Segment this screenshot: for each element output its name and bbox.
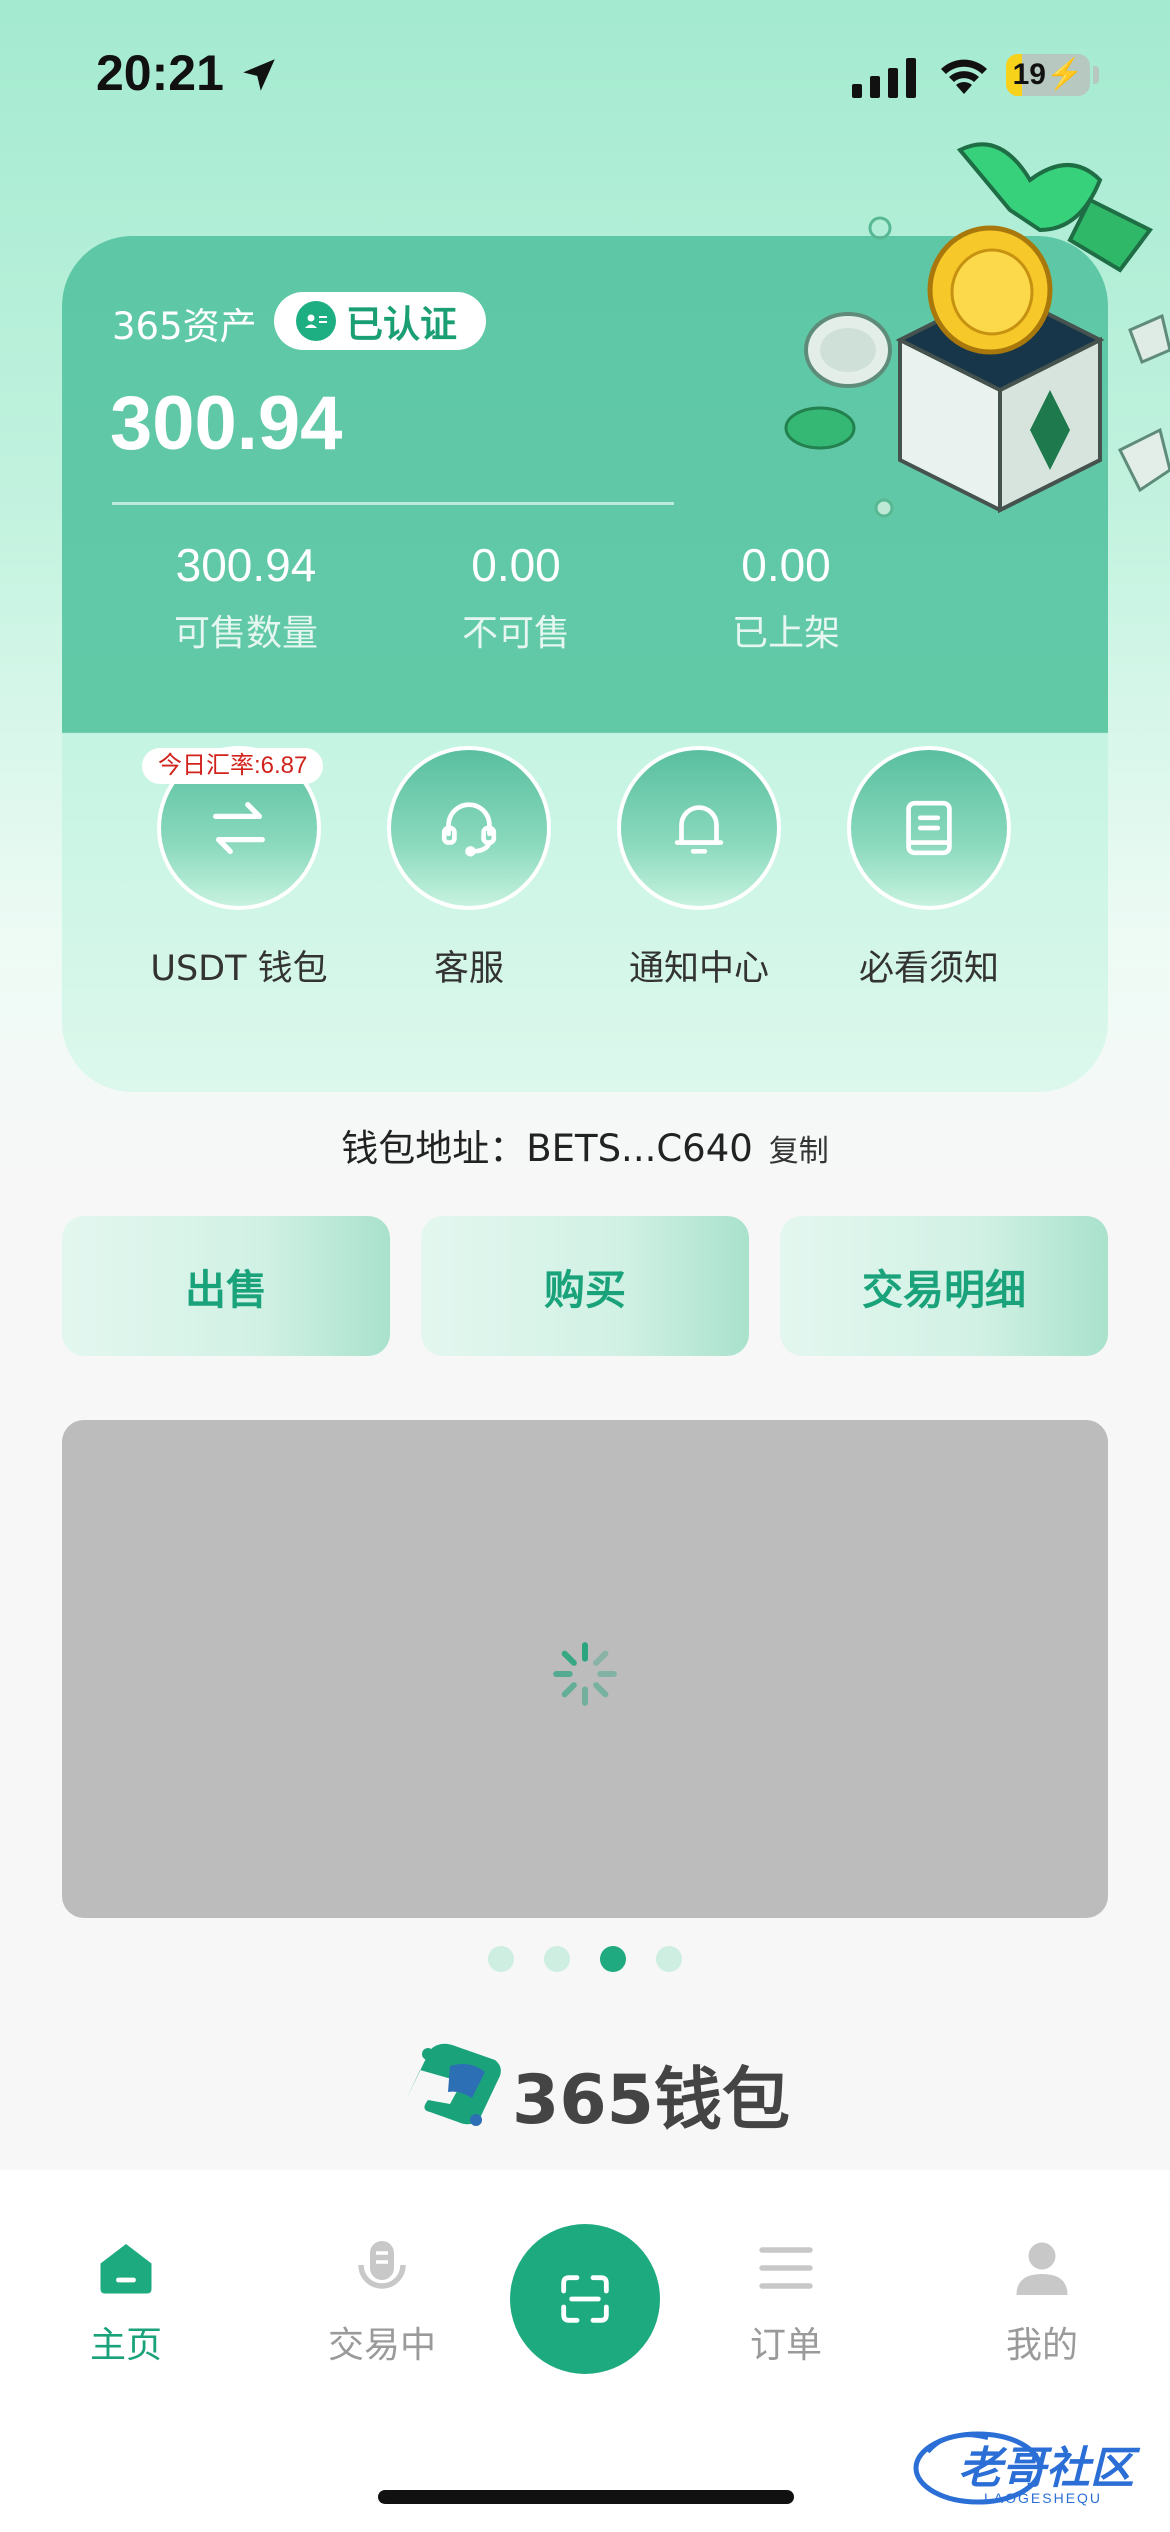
bell-icon — [674, 805, 724, 854]
nav-label: 主页 — [89, 2325, 162, 2366]
list-icon — [759, 2247, 813, 2289]
nav-home[interactable]: 主页 — [26, 2232, 226, 2368]
stat-value: 300.94 — [175, 539, 317, 591]
nav-orders[interactable]: 订单 — [686, 2232, 886, 2368]
verified-badge[interactable]: 已认证 — [274, 292, 486, 350]
wifi-icon — [941, 59, 987, 94]
notification-center-button[interactable] — [617, 746, 781, 910]
user-icon — [1016, 2242, 1068, 2295]
sell-button[interactable]: 出售 — [62, 1216, 390, 1356]
wallet-address-value: BETS...C640 — [526, 1127, 753, 1170]
nav-label: 交易中 — [327, 2325, 436, 2366]
home-indicator — [378, 2490, 794, 2504]
status-time: 20:21 — [96, 45, 224, 101]
id-card-icon — [296, 301, 336, 341]
carousel-dot[interactable] — [488, 1946, 514, 1972]
carousel-dot[interactable] — [656, 1946, 682, 1972]
customer-service-label: 客服 — [433, 949, 504, 989]
gift-box-illustration — [784, 142, 1170, 518]
stat-label: 不可售 — [461, 613, 570, 654]
asset-label: 365资产 — [112, 305, 257, 348]
notebook-icon — [906, 800, 952, 856]
home-icon — [100, 2244, 152, 2294]
must-read-label: 必看须知 — [858, 949, 999, 989]
location-arrow-icon — [243, 59, 275, 91]
app-logo-text: 365钱包 — [512, 2061, 790, 2140]
carousel-dot-active[interactable] — [600, 1946, 626, 1972]
scan-button[interactable] — [510, 2224, 660, 2374]
nav-trading[interactable]: 交易中 — [282, 2232, 482, 2368]
card-divider — [112, 502, 674, 505]
stat-value: 0.00 — [471, 539, 561, 591]
transaction-details-button[interactable]: 交易明细 — [780, 1216, 1108, 1356]
headset-icon — [441, 802, 497, 857]
buy-button[interactable]: 购买 — [421, 1216, 749, 1356]
microphone-icon — [358, 2241, 406, 2289]
stat-value: 0.00 — [741, 539, 831, 591]
battery-text: 19⚡ — [1012, 58, 1084, 91]
cellular-signal-icon — [852, 58, 916, 98]
copy-address-button[interactable]: 复制 — [769, 1134, 829, 1169]
loading-spinner-icon — [553, 1642, 617, 1706]
exchange-rate-badge: 今日汇率:6.87 — [142, 748, 324, 784]
stat-sellable: 300.94 可售数量 — [116, 538, 376, 656]
carousel-dot[interactable] — [544, 1946, 570, 1972]
swap-arrows-icon — [213, 802, 265, 854]
battery-indicator: 19⚡ — [1006, 54, 1090, 96]
nav-label: 订单 — [749, 2325, 822, 2366]
verified-text: 已认证 — [346, 303, 457, 346]
stat-listed: 0.00 已上架 — [656, 538, 916, 656]
nav-profile[interactable]: 我的 — [942, 2232, 1142, 2368]
usdt-wallet-label: USDT 钱包 — [150, 949, 328, 989]
stat-label: 可售数量 — [173, 613, 318, 654]
stat-label: 已上架 — [731, 613, 840, 654]
wallet-address-prefix: 钱包地址： — [341, 1127, 527, 1170]
watermark-text: 老哥社区 — [958, 2443, 1134, 2494]
battery-cap — [1093, 66, 1099, 84]
notification-center-label: 通知中心 — [628, 949, 769, 989]
balance-amount: 300.94 — [110, 381, 343, 466]
nav-label: 我的 — [1005, 2325, 1078, 2366]
scan-icon — [561, 2275, 609, 2323]
customer-service-button[interactable] — [387, 746, 551, 910]
carousel-indicators — [0, 1946, 1170, 1976]
watermark-subtext: LAOGESHEQU — [984, 2490, 1103, 2506]
must-read-button[interactable] — [847, 746, 1011, 910]
stat-unsellable: 0.00 不可售 — [386, 538, 646, 656]
wallet-address-row: 钱包地址：BETS...C640 复制 — [0, 1118, 1170, 1172]
